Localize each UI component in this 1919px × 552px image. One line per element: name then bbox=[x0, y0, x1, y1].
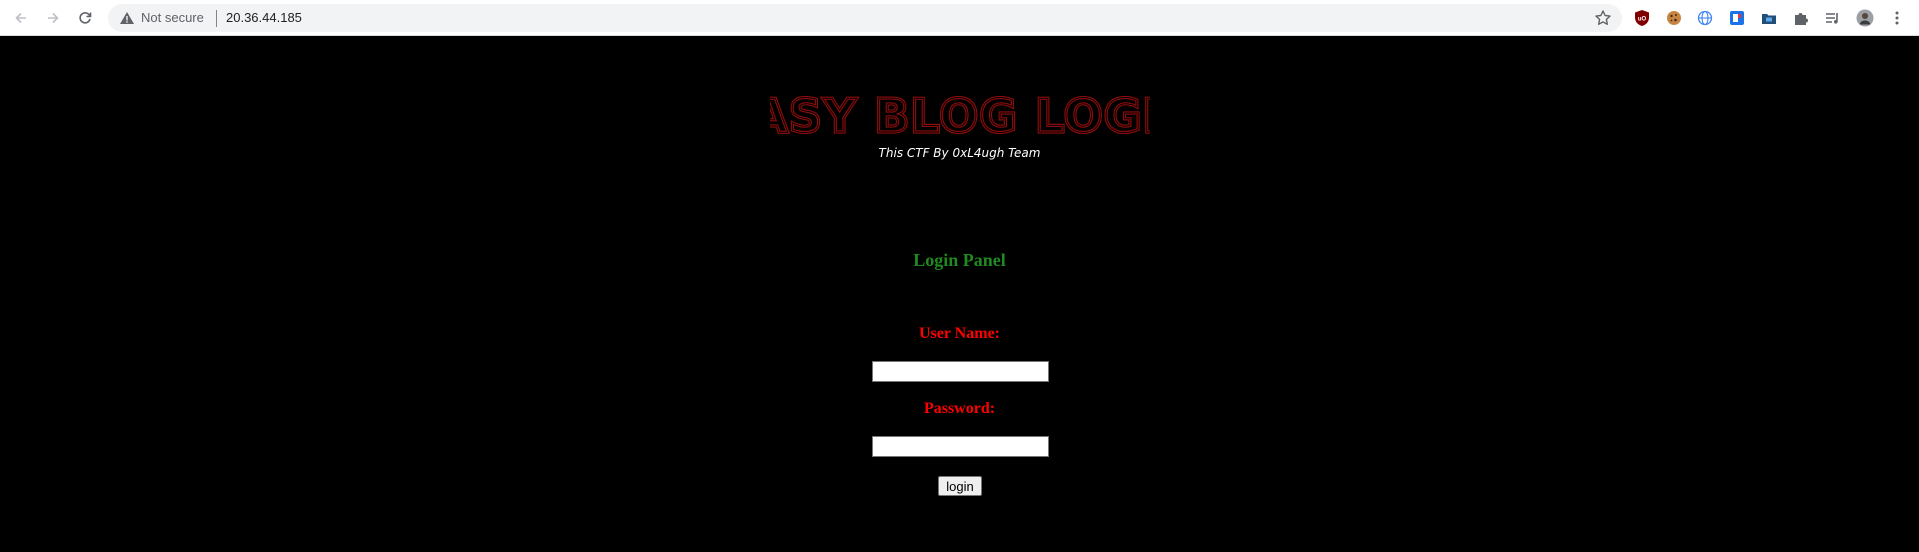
reload-icon bbox=[79, 12, 92, 24]
browser-toolbar: Not secure 20.36.44.185 uO bbox=[0, 0, 1919, 36]
page-body: EASY BLOG LOGIN EASY BLOG LOGIN This CTF… bbox=[0, 36, 1919, 552]
password-label: Password: bbox=[923, 400, 996, 417]
logo-text-inline: EASY BLOG LOGIN bbox=[770, 90, 1150, 140]
svg-text:uO: uO bbox=[1638, 17, 1647, 23]
reload-button[interactable] bbox=[74, 7, 96, 29]
login-button[interactable]: login bbox=[938, 476, 982, 496]
username-label: User Name: bbox=[918, 325, 1000, 342]
url-text[interactable]: 20.36.44.185 bbox=[226, 10, 302, 26]
media-queue-icon[interactable] bbox=[1823, 8, 1843, 28]
puzzle-extensions-icon[interactable] bbox=[1791, 8, 1811, 28]
subtitle: This CTF By 0xL4ugh Team bbox=[878, 146, 1041, 160]
star-icon[interactable] bbox=[1594, 9, 1612, 27]
username-input[interactable] bbox=[872, 361, 1049, 382]
warning-triangle-icon bbox=[120, 12, 134, 24]
back-button[interactable] bbox=[10, 7, 32, 29]
logo-wordmark: EASY BLOG LOGIN EASY BLOG LOGIN bbox=[770, 90, 1150, 140]
arrow-right-icon bbox=[48, 12, 59, 24]
omnibox-divider bbox=[216, 10, 217, 27]
ublock-origin-icon[interactable]: uO bbox=[1632, 8, 1652, 28]
password-input[interactable] bbox=[872, 436, 1049, 457]
profile-avatar-icon[interactable] bbox=[1855, 8, 1875, 28]
kebab-menu-icon[interactable] bbox=[1887, 8, 1907, 28]
security-status[interactable]: Not secure bbox=[141, 10, 204, 26]
login-panel-title: Login Panel bbox=[913, 250, 1006, 270]
forward-button[interactable] bbox=[42, 7, 64, 29]
blog-logo: EASY BLOG LOGIN EASY BLOG LOGIN bbox=[0, 90, 1919, 140]
video-folder-icon[interactable] bbox=[1759, 8, 1779, 28]
address-bar[interactable]: Not secure 20.36.44.185 bbox=[108, 4, 1622, 32]
pocket-icon[interactable] bbox=[1727, 8, 1747, 28]
cookie-icon[interactable] bbox=[1664, 8, 1684, 28]
arrow-left-icon bbox=[15, 12, 26, 24]
translate-globe-icon[interactable] bbox=[1695, 8, 1715, 28]
